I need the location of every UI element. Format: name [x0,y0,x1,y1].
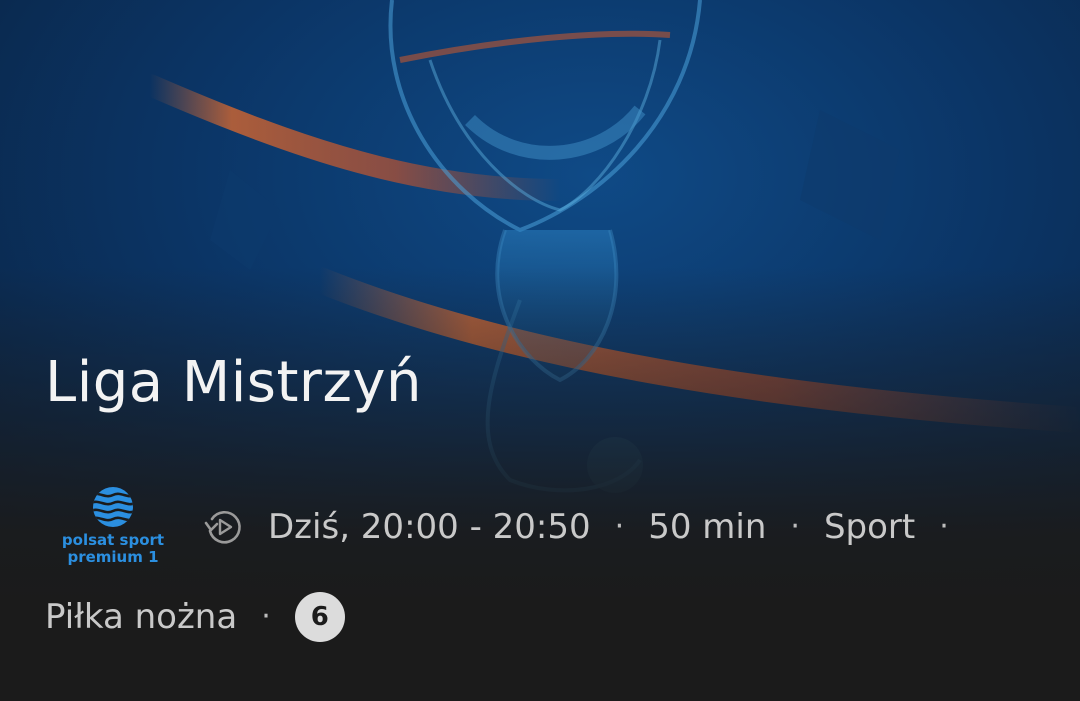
duration-text: 50 min [648,507,767,547]
airtime-text: Dziś, 20:00 - 20:50 [268,507,591,547]
meta-separator: · [261,599,271,634]
age-rating-badge: 6 [294,592,345,642]
meta-separator: · [790,509,800,544]
program-title: Liga Mistrzyń [45,350,422,415]
program-meta-row-2: Piłka nożna · 6 [45,592,345,642]
category-text: Sport [823,507,916,547]
replay-icon [204,510,241,544]
program-meta-row: Dziś, 20:00 - 20:50 · 50 min · Sport · [200,503,973,551]
channel-logo: polsat sport premium 1 [54,485,172,571]
channel-name-line2: premium 1 [67,548,159,566]
program-detail-screen: Liga Mistrzyń polsat sport premium 1 Dzi… [0,0,1080,701]
channel-name-line1: polsat sport [61,531,165,549]
meta-separator: · [939,509,949,544]
subcategory-text: Piłka nożna [45,597,238,637]
polsat-waves-logo-icon [93,487,133,527]
meta-separator: · [614,509,625,544]
